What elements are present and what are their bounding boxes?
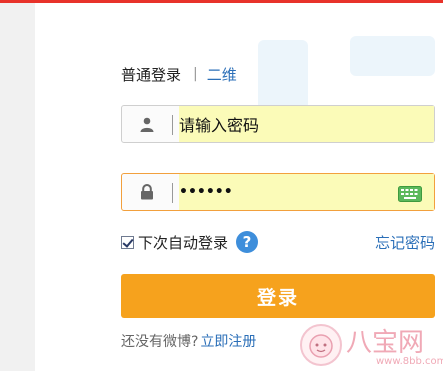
keyboard-icon[interactable] (398, 186, 422, 206)
left-panel (0, 3, 35, 371)
top-accent-bar (0, 0, 443, 3)
remember-me[interactable]: 下次自动登录 ? (121, 231, 259, 253)
lock-icon (122, 174, 172, 210)
watermark-text: 八宝网 (346, 327, 425, 357)
login-tabs: 普通登录 | 二维 (121, 62, 237, 86)
user-icon (122, 106, 172, 142)
field-divider (172, 183, 173, 203)
watermark-logo-icon (300, 324, 342, 366)
password-input[interactable]: •••••• (179, 174, 434, 210)
remember-label: 下次自动登录 (138, 233, 229, 252)
password-field[interactable]: •••••• (121, 173, 435, 211)
watermark-url: www.8bb.com (376, 356, 443, 367)
help-icon[interactable]: ? (236, 231, 259, 253)
remember-checkbox[interactable] (121, 235, 134, 249)
login-button[interactable]: 登录 (121, 274, 435, 318)
tab-normal-login[interactable]: 普通登录 (121, 64, 181, 85)
password-value: •••••• (179, 184, 233, 200)
tab-qr-login[interactable]: 二维 (207, 64, 237, 85)
username-field[interactable]: 请输入密码 (121, 105, 435, 143)
username-input[interactable]: 请输入密码 (179, 106, 434, 142)
tab-separator: | (193, 66, 198, 82)
field-divider (172, 115, 173, 135)
register-line: 还没有微博? 立即注册 (121, 331, 256, 351)
blurred-region (258, 40, 308, 110)
username-value: 请输入密码 (179, 116, 260, 135)
register-prompt: 还没有微博? (121, 334, 199, 350)
forgot-password-link[interactable]: 忘记密码 (375, 232, 435, 253)
register-link[interactable]: 立即注册 (200, 334, 256, 350)
blurred-region (350, 36, 435, 76)
